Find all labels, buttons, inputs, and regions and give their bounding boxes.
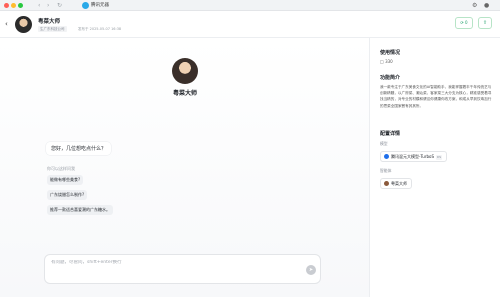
usage-title: 使用情况 [380,50,401,56]
model-tag: DS [435,154,443,160]
usage-stat: □ 330 [380,59,393,64]
model-name: 腾讯混元大模型-TurboS [391,154,434,159]
back-icon[interactable]: ‹ [5,20,8,28]
refresh-count-button[interactable]: ⟳ 0 [455,17,473,29]
share-button[interactable]: ⇪ [478,17,492,29]
suggestion-chip[interactable]: 广东烧腊怎么制作? [47,190,88,200]
chat-count-icon: □ [380,59,384,64]
greeting-bubble: 您好，几位想吃点什么？ [46,142,112,155]
message-input[interactable] [51,260,301,265]
extension-icon[interactable]: ⚙ [472,1,477,10]
info-panel: 使用情况 □ 330 功能简介 我一款专注于广东美食文化的AI智能助手，我能掌握… [371,38,500,297]
plugin-label: 智能体 [380,168,392,173]
intro-text: 我一款专注于广东美食文化的AI智能助手，我能掌握着丰千年传统艺与创新精髓，以广府… [380,85,492,108]
browser-tab-title[interactable]: 腾讯元器 [91,1,109,10]
creator-badge: 生广东科技公司 [38,26,67,32]
app-header: ‹ 粤菜大师 生广东科技公司 发布于 2025-05-07 16:38 ⟳ 0 … [0,11,500,38]
browser-back-icon[interactable]: ‹ [38,1,40,10]
close-window-button[interactable] [4,3,9,8]
bot-title: 粤菜大师 [38,19,61,25]
browser-reload-icon[interactable]: ↻ [57,1,62,10]
tab-logo-icon [82,2,89,9]
bot-name-large: 粤菜大师 [172,90,197,97]
plugin-chip[interactable]: 粤菜大师 [380,178,412,189]
bot-avatar [172,58,198,84]
browser-forward-icon[interactable]: › [47,1,49,10]
plugin-name: 粤菜大师 [391,181,407,186]
config-title: 配置详情 [380,131,401,137]
suggestions-label: 你可以这样问我 [47,166,75,171]
browser-chrome: ‹ › ↻ 腾讯元器 ⚙ ● [0,0,500,11]
model-logo-icon [384,154,389,159]
send-icon[interactable]: ➤ [306,265,316,275]
maximize-window-button[interactable] [18,3,23,8]
publish-date: 发布于 2025-05-07 16:38 [78,27,122,31]
chat-area: 粤菜大师 您好，几位想吃点什么？ 你可以这样问我 能做有哪些美食? 广东烧腊怎么… [0,38,370,297]
model-label: 模型 [380,141,388,146]
minimize-window-button[interactable] [11,3,16,8]
plugin-avatar-icon [384,181,389,186]
message-input-box: ➤ [44,254,321,284]
suggestion-chip[interactable]: 能做有哪些美食? [47,175,84,185]
avatar [15,16,32,33]
model-chip[interactable]: 腾讯混元大模型-TurboS DS [380,151,448,162]
usage-count: 330 [385,59,393,64]
profile-icon[interactable]: ● [484,1,489,10]
intro-title: 功能简介 [380,75,401,81]
suggestion-chip[interactable]: 推荐一款适合喜爱潮的广东糖水。 [47,205,113,215]
